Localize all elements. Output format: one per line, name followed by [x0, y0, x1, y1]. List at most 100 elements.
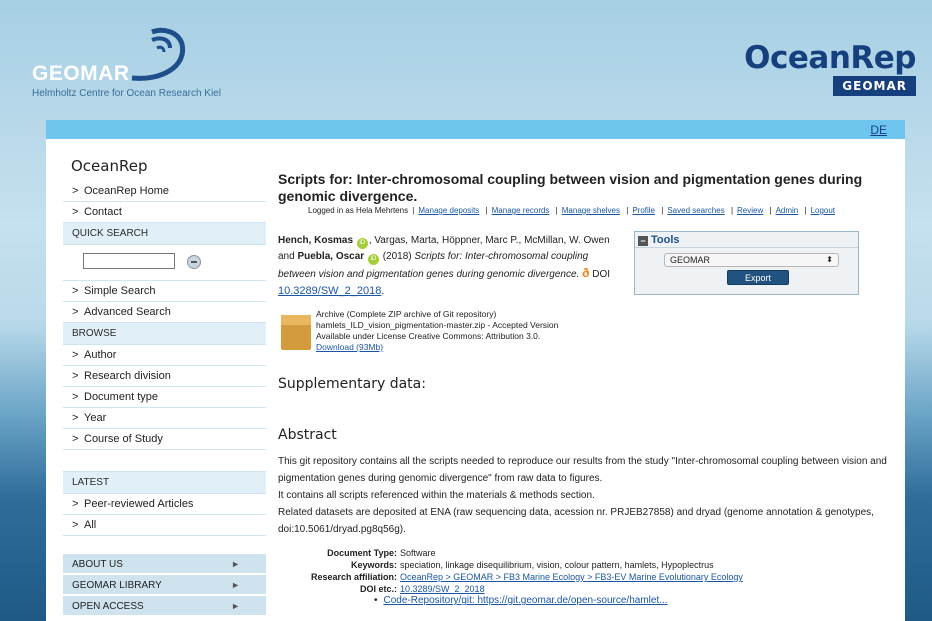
chevron-right-icon: >	[72, 306, 79, 318]
manage-deposits-link[interactable]: Manage deposits	[418, 206, 479, 215]
tools-header[interactable]: − Tools	[635, 232, 858, 248]
sidebar-item-label: Simple Search	[84, 285, 156, 297]
archive-details: Archive (Complete ZIP archive of Git rep…	[316, 309, 558, 353]
sidebar-item-label: Author	[84, 349, 117, 361]
saved-searches-link[interactable]: Saved searches	[667, 206, 724, 215]
latest-header: LATEST	[63, 472, 266, 494]
sidebar-open-access[interactable]: OPEN ACCESS ►	[63, 596, 266, 617]
doc-type-key: Document Type:	[327, 548, 397, 558]
doi-key: DOI etc.:	[359, 584, 397, 594]
sidebar-item-label: Research division	[84, 370, 171, 382]
chevron-right-icon: >	[72, 185, 79, 197]
review-link[interactable]: Review	[737, 206, 763, 215]
sidebar-about-us[interactable]: ABOUT US ►	[63, 554, 266, 575]
archive-filename: hamlets_ILD_vision_pigmentation-master.z…	[316, 320, 559, 330]
abstract-line: Related datasets are deposited at ENA (r…	[278, 507, 874, 535]
browse-header: BROWSE	[63, 323, 266, 345]
archive-line: Archive (Complete ZIP archive of Git rep…	[316, 309, 497, 319]
code-repository-link[interactable]: Code-Repository/git: https://git.geomar.…	[384, 595, 668, 606]
tools-panel: − Tools GEOMAR ⬍ Export	[634, 231, 859, 295]
chevron-right-icon: >	[72, 391, 79, 403]
sidebar-spacer	[63, 450, 266, 472]
metadata-row: Document Type: Software	[278, 547, 893, 559]
manage-records-link[interactable]: Manage records	[492, 206, 550, 215]
geomar-name: GEOMAR	[32, 62, 130, 85]
sidebar-item-label: All	[84, 519, 97, 531]
sidebar-geomar-library[interactable]: GEOMAR LIBRARY ►	[63, 575, 266, 596]
export-format-value: GEOMAR	[670, 255, 711, 265]
sidebar-item-label: OPEN ACCESS	[72, 601, 144, 612]
orcid-icon[interactable]: iD	[356, 238, 368, 249]
oceanrep-logo[interactable]: OceanRep GEOMAR	[742, 40, 922, 100]
profile-link[interactable]: Profile	[632, 206, 655, 215]
site-header: GEOMAR Helmholtz Centre for Ocean Resear…	[0, 0, 932, 120]
chevron-right-icon: >	[72, 433, 79, 445]
sidebar-item-year[interactable]: > Year	[63, 408, 266, 429]
doi-prefix: DOI	[589, 269, 610, 280]
logged-in-label: Logged in as Hela Mehrtens	[308, 206, 409, 215]
archive-license: Available under License Creative Commons…	[316, 331, 541, 341]
chevron-right-icon: >	[72, 285, 79, 297]
sidebar-item-label: Course of Study	[84, 433, 163, 445]
sidebar-item-advanced-search[interactable]: > Advanced Search	[63, 302, 266, 323]
author-hench: Hench, Kosmas	[278, 235, 354, 246]
collapse-icon[interactable]: −	[638, 236, 648, 246]
sidebar: OceanRep > OceanRep Home > Contact QUICK S…	[63, 139, 266, 617]
top-bar: DE	[46, 120, 905, 139]
metadata-row: Research affiliation: OceanRep > GEOMAR >…	[278, 571, 893, 583]
sidebar-item-home[interactable]: > OceanRep Home	[63, 181, 266, 202]
author-puebla: Puebla, Oscar	[297, 251, 365, 262]
quick-search-input[interactable]	[83, 253, 175, 269]
doi-meta-link[interactable]: 10.3289/SW_2_2018	[400, 583, 485, 595]
admin-link[interactable]: Admin	[776, 206, 799, 215]
quick-search-box	[63, 245, 266, 281]
quick-search-header: QUICK SEARCH	[63, 223, 266, 245]
sidebar-item-contact[interactable]: > Contact	[63, 202, 266, 223]
sidebar-item-author[interactable]: > Author	[63, 345, 266, 366]
geomar-subtitle: Helmholtz Centre for Ocean Research Kiel	[32, 88, 221, 99]
main-content: Scripts for: Inter-chromosomal coupling …	[278, 139, 893, 606]
sidebar-item-all[interactable]: > All	[63, 515, 266, 536]
affiliation-link[interactable]: OceanRep > GEOMAR > FB3 Marine Ecology >…	[400, 571, 743, 583]
search-go-icon[interactable]	[187, 255, 201, 269]
doi-link[interactable]: 10.3289/SW_2_2018	[278, 285, 381, 297]
tools-title: Tools	[651, 234, 680, 246]
metadata-row: DOI etc.: 10.3289/SW_2_2018	[278, 583, 893, 595]
code-repository-item: • Code-Repository/git: https://git.geomar…	[374, 595, 893, 607]
user-menu: Logged in as Hela Mehrtens | Manage depos…	[308, 206, 836, 215]
sidebar-item-label: OceanRep Home	[84, 185, 169, 197]
abstract-text: This git repository contains all the scr…	[278, 453, 890, 538]
export-button[interactable]: Export	[727, 270, 789, 285]
language-switch-link[interactable]: DE	[870, 123, 887, 137]
sidebar-item-document-type[interactable]: > Document type	[63, 387, 266, 408]
chevron-right-icon: >	[72, 370, 79, 382]
keywords-key: Keywords:	[350, 560, 397, 570]
chevron-right-icon: >	[72, 519, 79, 531]
select-chevron-icon: ⬍	[826, 255, 833, 264]
chevron-right-icon: >	[72, 206, 79, 218]
citation-year: (2018)	[379, 251, 415, 262]
orcid-icon[interactable]: iD	[367, 254, 379, 265]
sidebar-item-label: Contact	[84, 206, 122, 218]
sidebar-item-peer-reviewed[interactable]: > Peer-reviewed Articles	[63, 494, 266, 515]
manage-shelves-link[interactable]: Manage shelves	[562, 206, 620, 215]
page-title: Scripts for: Inter-chromosomal coupling …	[278, 171, 863, 204]
keywords-value: speciation, linkage disequilibrium, visi…	[400, 560, 714, 570]
doc-type-value: Software	[400, 548, 436, 558]
geomar-logo[interactable]: GEOMAR Helmholtz Centre for Ocean Resear…	[32, 26, 272, 106]
logout-link[interactable]: Logout	[811, 206, 835, 215]
citation: Hench, Kosmas iD, Vargas, Marta, Höppner…	[278, 235, 610, 297]
sidebar-item-simple-search[interactable]: > Simple Search	[63, 281, 266, 302]
sidebar-item-label: Peer-reviewed Articles	[84, 498, 194, 510]
sidebar-item-label: GEOMAR LIBRARY	[72, 580, 162, 591]
sidebar-item-course-of-study[interactable]: > Course of Study	[63, 429, 266, 450]
export-format-select[interactable]: GEOMAR ⬍	[664, 253, 839, 267]
page-content: OceanRep > OceanRep Home > Contact QUICK S…	[46, 139, 905, 621]
arrow-right-icon: ►	[231, 559, 240, 569]
download-link[interactable]: Download (93Mb)	[316, 342, 383, 352]
archive-box-icon[interactable]	[281, 315, 311, 350]
sidebar-item-label: Document type	[84, 391, 158, 403]
sidebar-item-research-division[interactable]: > Research division	[63, 366, 266, 387]
abstract-line: It contains all scripts referenced withi…	[278, 490, 595, 501]
